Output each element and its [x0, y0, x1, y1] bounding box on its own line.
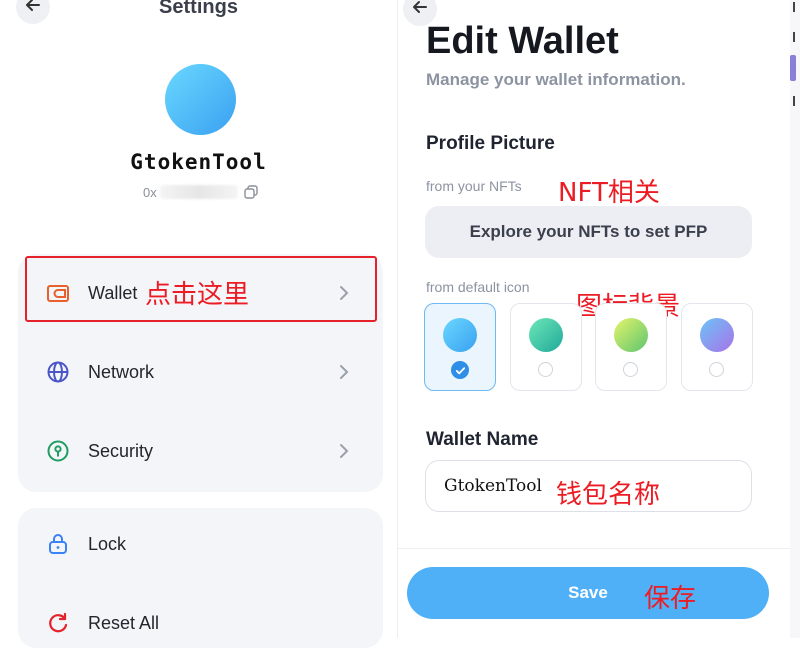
wallet-icon: [46, 281, 70, 305]
menu-item-security[interactable]: Security: [18, 421, 383, 481]
default-icon-option-purple[interactable]: [681, 303, 753, 391]
profile-picture-heading: Profile Picture: [426, 133, 555, 154]
lock-icon: [46, 532, 70, 556]
lock-shield-icon: [46, 439, 70, 463]
wallet-address: 0x: [143, 183, 258, 201]
edge-tick: [793, 2, 795, 12]
arrow-left-icon: [412, 0, 428, 20]
annotation-click-here: 点击这里: [145, 280, 250, 310]
menu-item-network[interactable]: Network: [18, 342, 383, 402]
radio-button[interactable]: [709, 362, 724, 377]
explore-nfts-button[interactable]: Explore your NFTs to set PFP: [425, 206, 752, 258]
radio-button[interactable]: [623, 362, 638, 377]
gradient-ball: [529, 318, 563, 352]
address-prefix: 0x: [143, 184, 157, 200]
menu-item-label: Wallet: [88, 282, 138, 303]
page-subtitle: Manage your wallet information.: [426, 70, 686, 89]
radio-button[interactable]: [538, 362, 553, 377]
default-icon-option-green[interactable]: [510, 303, 582, 391]
gradient-ball: [700, 318, 734, 352]
default-icon-option-lime[interactable]: [595, 303, 667, 391]
avatar: [165, 64, 236, 135]
default-icon-option-blue[interactable]: [424, 303, 496, 391]
save-button[interactable]: Save: [407, 567, 769, 619]
copy-icon[interactable]: [244, 185, 258, 199]
edge-accent: [790, 55, 796, 81]
check-icon: [451, 361, 469, 379]
window-edge-scrollbar: [790, 0, 800, 638]
chevron-right-icon: [337, 442, 351, 460]
gradient-ball: [614, 318, 648, 352]
gradient-ball: [443, 318, 477, 352]
menu-item-label: Reset All: [88, 612, 160, 633]
page-title: Edit Wallet: [426, 20, 619, 62]
divider: [398, 548, 790, 549]
menu-item-reset-all[interactable]: Reset All: [18, 593, 383, 653]
wallet-name-heading: Wallet Name: [426, 429, 539, 450]
globe-icon: [46, 360, 70, 384]
wallet-username: GtokenTool: [130, 150, 267, 174]
annotation-nft: NFT相关: [558, 178, 660, 208]
menu-item-label: Network: [88, 361, 155, 382]
menu-item-label: Security: [88, 440, 154, 461]
reset-icon: [46, 611, 70, 635]
settings-panel: Settings GtokenTool 0x Wallet Network Se…: [0, 0, 398, 648]
annotation-wallet-name: 钱包名称: [556, 480, 661, 510]
address-redacted: [159, 185, 238, 199]
menu-item-label: Lock: [88, 533, 127, 554]
chevron-right-icon: [337, 284, 351, 302]
from-default-icon-label: from default icon: [426, 279, 530, 295]
edge-tick: [793, 32, 795, 42]
menu-item-lock[interactable]: Lock: [18, 514, 383, 574]
page-title: Settings: [159, 0, 238, 18]
chevron-right-icon: [337, 363, 351, 381]
from-nfts-label: from your NFTs: [426, 178, 522, 194]
edit-wallet-panel: Edit Wallet Manage your wallet informati…: [398, 0, 790, 638]
edge-tick: [793, 96, 795, 106]
annotation-save: 保存: [644, 584, 697, 614]
